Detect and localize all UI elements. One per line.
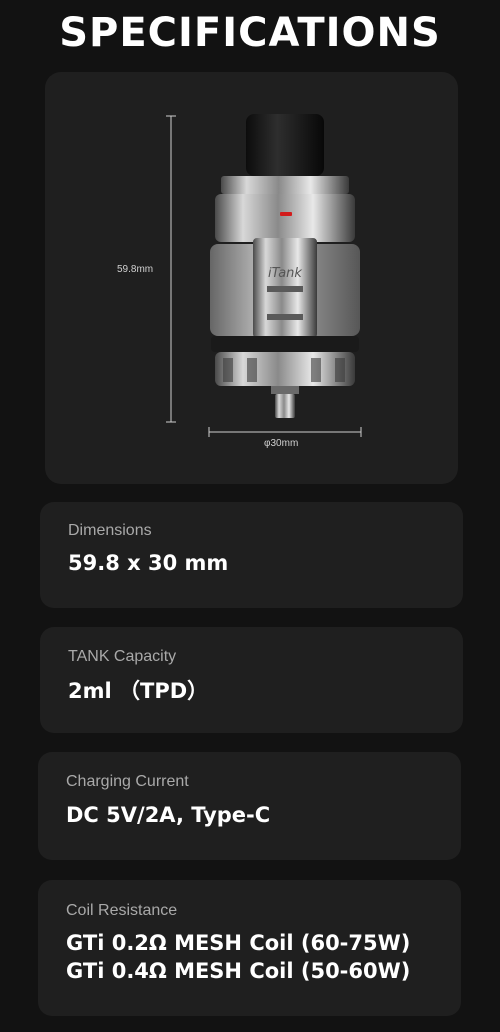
product-image-card: 59.8mm φ30mm iTank [45, 72, 458, 484]
spec-value: DC 5V/2A, Type-C [66, 803, 271, 827]
spec-value: 2ml （TPD） [68, 679, 209, 703]
page-title: SPECIFICATIONS [59, 10, 441, 56]
spec-value: GTi 0.4Ω MESH Coil (50-60W) [66, 959, 411, 983]
spec-value: 59.8 x 30 mm [68, 551, 229, 575]
product-diagram: 59.8mm φ30mm iTank [117, 114, 362, 449]
spec-card-tank-capacity: TANK Capacity 2ml （TPD） [40, 627, 463, 733]
spec-label: Charging Current [66, 773, 189, 790]
width-label: φ30mm [264, 438, 298, 449]
spec-value: GTi 0.2Ω MESH Coil (60-75W) [66, 931, 411, 955]
spec-card-dimensions: Dimensions 59.8 x 30 mm [40, 502, 463, 608]
spec-label: Coil Resistance [66, 902, 178, 919]
tank-illustration: iTank [210, 114, 360, 418]
spec-card-coil-resistance: Coil Resistance GTi 0.2Ω MESH Coil (60-7… [38, 880, 461, 1016]
height-label: 59.8mm [117, 264, 153, 275]
spec-card-charging-current: Charging Current DC 5V/2A, Type-C [38, 752, 461, 860]
svg-text:iTank: iTank [268, 266, 302, 281]
width-dimension [208, 427, 362, 437]
spec-label: TANK Capacity [68, 648, 177, 665]
height-dimension [166, 115, 176, 423]
spec-label: Dimensions [68, 522, 152, 539]
